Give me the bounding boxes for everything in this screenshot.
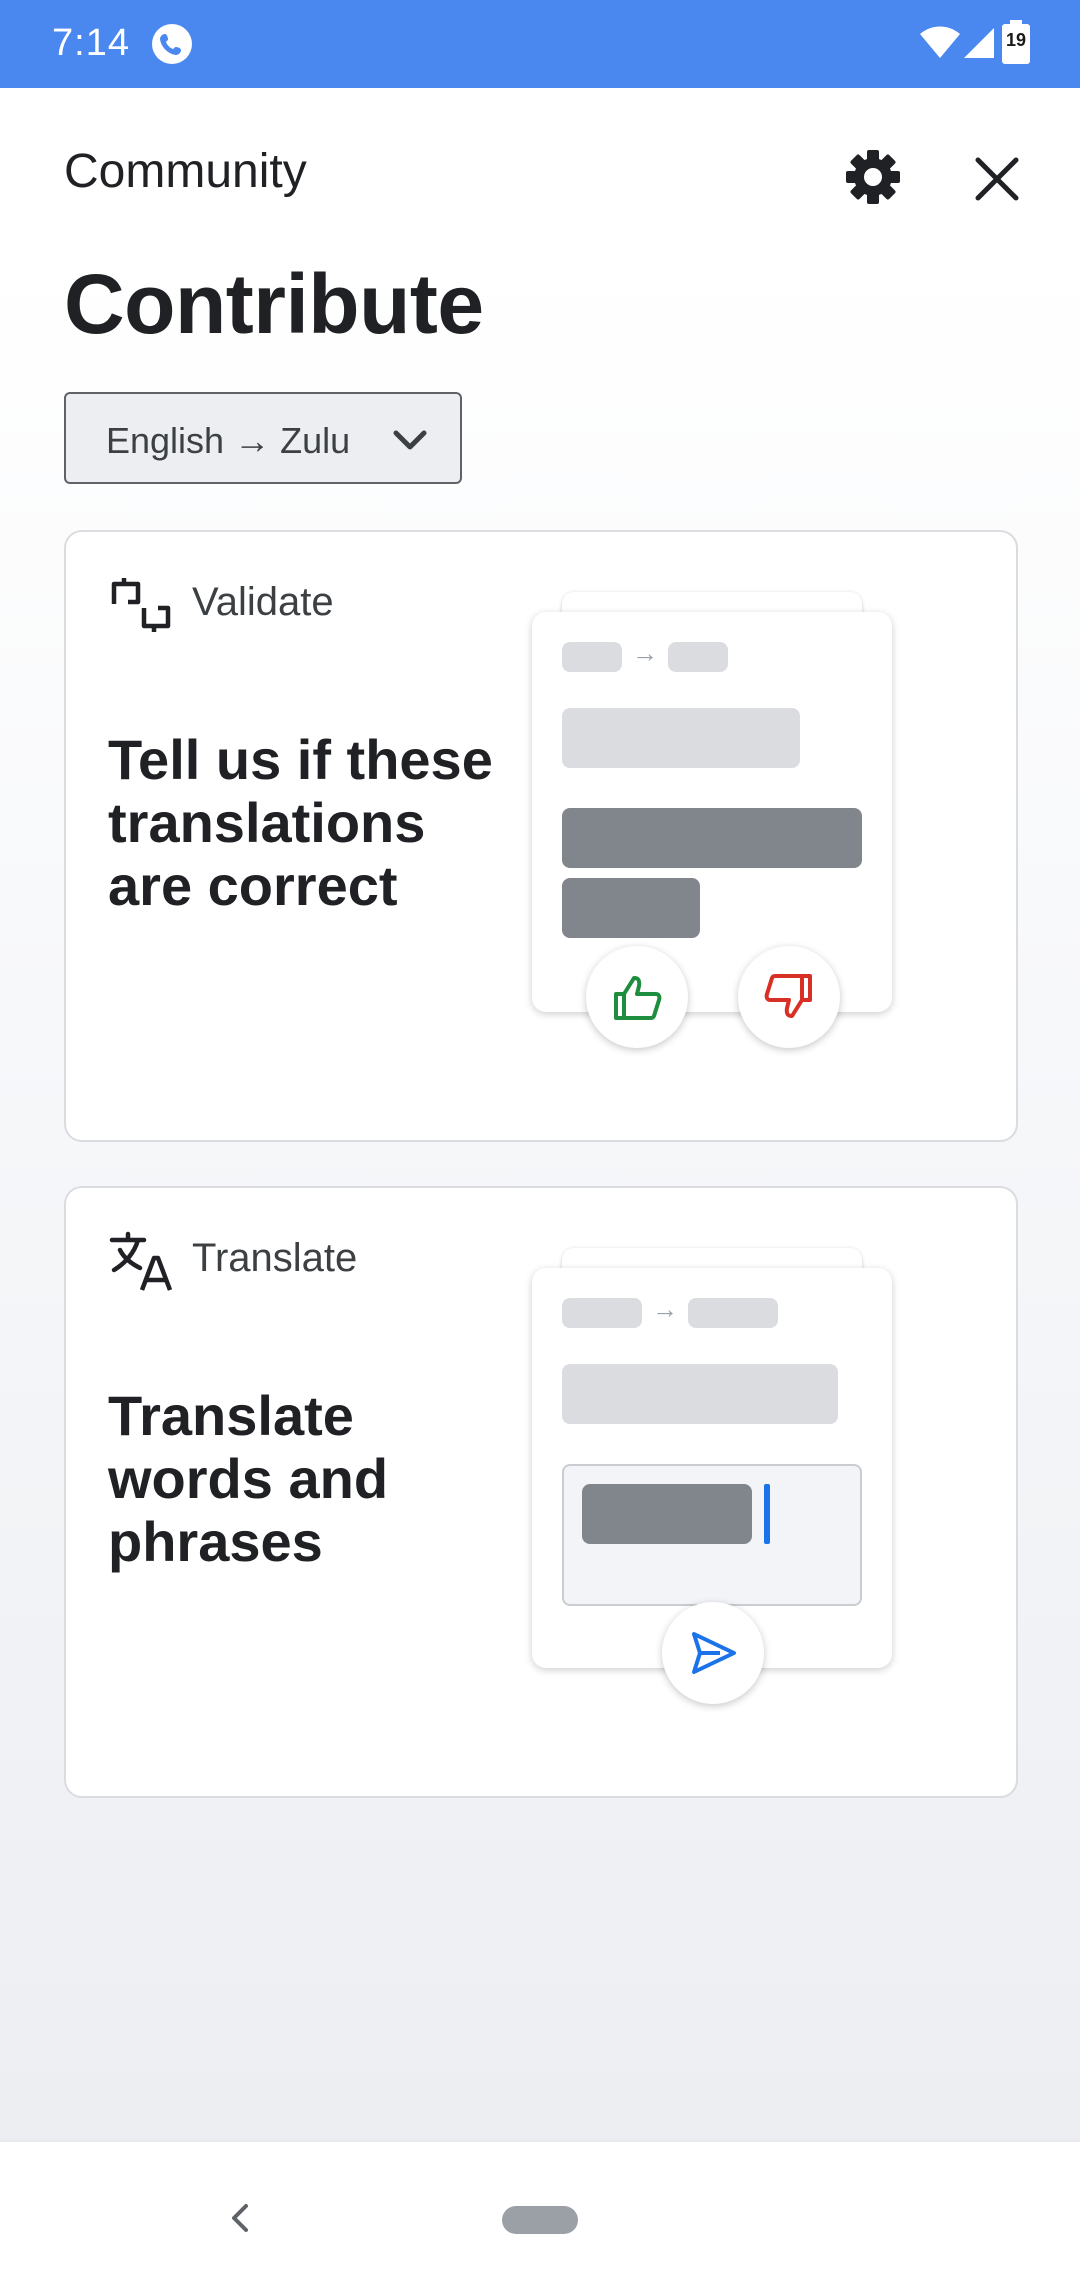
thumbs-up-button bbox=[586, 946, 688, 1048]
placeholder-source-text bbox=[562, 708, 800, 768]
battery-level: 19 bbox=[1005, 30, 1027, 50]
page-title: Community bbox=[64, 145, 307, 198]
home-pill-icon[interactable] bbox=[502, 2206, 578, 2234]
validate-thumbs-icon bbox=[111, 578, 171, 632]
phone-icon bbox=[152, 24, 192, 64]
send-icon bbox=[692, 1632, 736, 1674]
placeholder-source-text bbox=[562, 1364, 838, 1424]
system-nav-bar bbox=[0, 2140, 1080, 2280]
close-icon bbox=[975, 157, 1019, 201]
thumbs-down-button bbox=[738, 946, 840, 1048]
status-time: 7:14 bbox=[52, 22, 130, 64]
arrow-icon: → bbox=[652, 1294, 678, 1324]
signal-icon bbox=[964, 28, 994, 58]
validate-card[interactable]: Validate Tell us if these translations a… bbox=[64, 530, 1018, 1142]
placeholder-source-lang bbox=[562, 1298, 642, 1328]
placeholder-typed-text bbox=[582, 1484, 752, 1544]
validate-illustration: → bbox=[532, 592, 902, 1092]
contribute-heading: Contribute bbox=[64, 257, 484, 351]
validate-label: Validate bbox=[192, 580, 334, 624]
translate-illustration: → bbox=[532, 1248, 902, 1748]
content-area: Contribute English → Zulu Validate Tell … bbox=[0, 256, 1080, 2140]
status-bar: 7:14 19 bbox=[0, 0, 1080, 88]
settings-button[interactable] bbox=[838, 142, 908, 212]
send-button bbox=[662, 1602, 764, 1704]
placeholder-source-lang bbox=[562, 642, 622, 672]
placeholder-translation-line bbox=[562, 808, 862, 868]
translate-label: Translate bbox=[192, 1236, 358, 1280]
placeholder-input-box bbox=[562, 1464, 862, 1606]
translate-description: Translate words and phrases bbox=[108, 1384, 389, 1573]
language-pair-value: English → Zulu bbox=[106, 420, 351, 461]
text-caret bbox=[764, 1484, 770, 1544]
app-bar: Community bbox=[0, 88, 1080, 256]
thumbs-up-icon bbox=[614, 976, 662, 1020]
validate-description: Tell us if these translations are correc… bbox=[108, 728, 493, 917]
thumbs-down-icon bbox=[764, 974, 812, 1018]
wifi-icon bbox=[920, 26, 960, 58]
chevron-down-icon bbox=[393, 430, 427, 450]
translate-card[interactable]: Translate Translate words and phrases → bbox=[64, 1186, 1018, 1798]
close-button[interactable] bbox=[962, 144, 1032, 214]
illustration-front-card: → bbox=[532, 612, 892, 1012]
placeholder-target-lang bbox=[688, 1298, 778, 1328]
placeholder-target-lang bbox=[668, 642, 728, 672]
back-chevron-icon[interactable] bbox=[220, 2198, 260, 2238]
language-pair-dropdown[interactable]: English → Zulu bbox=[64, 392, 462, 484]
arrow-icon: → bbox=[632, 638, 658, 668]
gear-icon bbox=[846, 150, 900, 204]
translate-icon bbox=[109, 1231, 173, 1291]
placeholder-translation-line bbox=[562, 878, 700, 938]
